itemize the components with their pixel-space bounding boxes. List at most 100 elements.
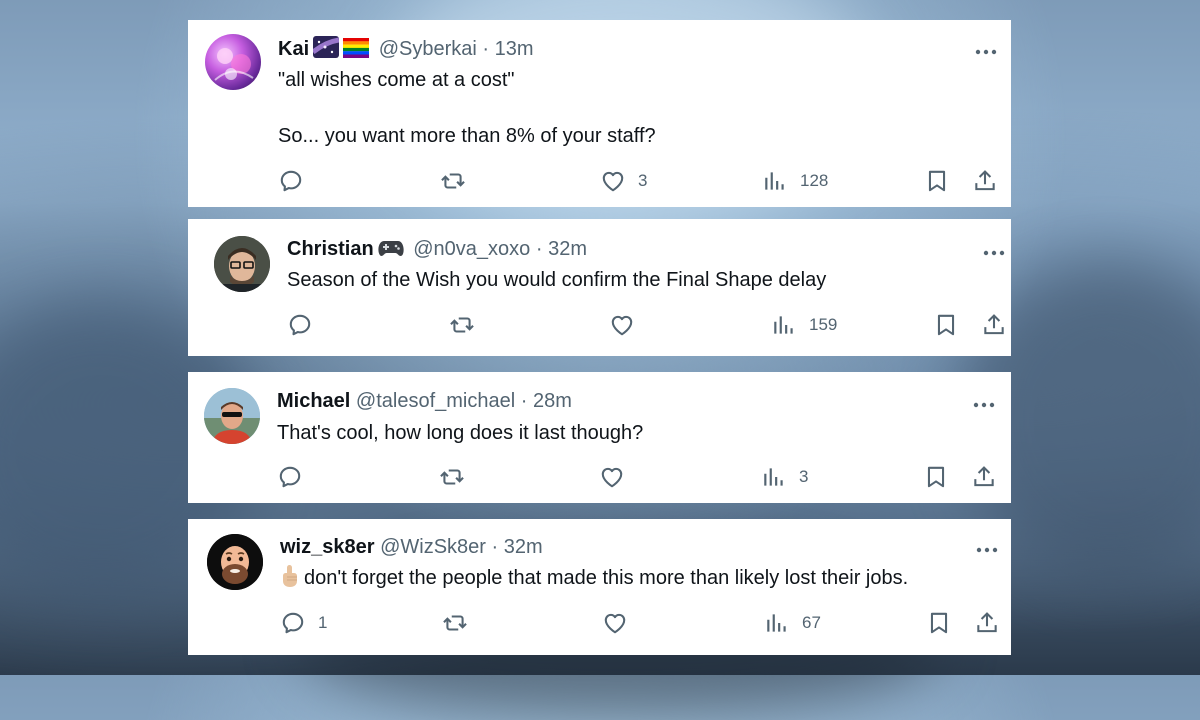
- like-button[interactable]: [609, 312, 647, 338]
- bookmark-icon: [930, 612, 948, 634]
- author-name[interactable]: Christian: [287, 238, 374, 260]
- tweet-text: don't forget the people that made this m…: [280, 564, 908, 596]
- author-name[interactable]: wiz_sk8er: [280, 536, 375, 558]
- separator-dot: ·: [482, 38, 490, 60]
- avatar[interactable]: [207, 534, 263, 590]
- views-button[interactable]: 128: [762, 168, 828, 194]
- reply-button[interactable]: [277, 464, 315, 490]
- retweet-button[interactable]: [439, 464, 465, 490]
- rainbow-flag-emoji: [343, 38, 370, 64]
- views-button[interactable]: 67: [764, 610, 821, 636]
- tweet-text-line: "all wishes come at a cost": [278, 69, 515, 91]
- views-chart-icon: [774, 316, 793, 334]
- retweet-icon: [441, 173, 465, 189]
- tweet-text-line: Season of the Wish you would confirm the…: [287, 269, 827, 291]
- separator-dot: ·: [535, 238, 543, 260]
- like-count: 3: [638, 171, 648, 190]
- tweet-header: Kai @Syberkai · 13m: [278, 36, 534, 64]
- more-options-icon[interactable]: [975, 542, 999, 553]
- reply-button[interactable]: 1: [280, 610, 327, 636]
- milky-way-emoji: [311, 36, 340, 64]
- share-icon: [984, 314, 1004, 335]
- pointing-up-emoji: [280, 564, 300, 596]
- reply-count: 1: [318, 613, 328, 632]
- views-button[interactable]: 3: [761, 464, 808, 490]
- tweet-header: Christian @n0va_xoxo · 32m: [287, 237, 587, 264]
- reply-icon: [282, 612, 304, 634]
- author-name[interactable]: Michael: [277, 390, 350, 412]
- separator-dot: ·: [491, 536, 499, 558]
- bookmark-button[interactable]: [933, 312, 959, 338]
- bookmark-button[interactable]: [926, 610, 952, 636]
- share-button[interactable]: [981, 312, 1007, 338]
- tweet-card[interactable]: Christian @n0va_xoxo · 32m Season of the…: [188, 219, 1011, 356]
- timestamp[interactable]: 32m: [504, 536, 543, 558]
- heart-icon: [611, 315, 633, 336]
- bookmark-icon: [937, 314, 955, 336]
- views-chart-icon: [765, 172, 784, 190]
- tweet-text-line: That's cool, how long does it last thoug…: [277, 422, 644, 444]
- tweet-text-line: [278, 94, 656, 122]
- author-handle[interactable]: @Syberkai: [379, 38, 477, 60]
- author-name[interactable]: Kai: [278, 38, 309, 60]
- retweet-icon: [440, 469, 464, 485]
- tweet-text: Season of the Wish you would confirm the…: [287, 266, 826, 294]
- retweet-icon: [450, 317, 474, 333]
- timestamp[interactable]: 32m: [548, 238, 587, 260]
- bookmark-icon: [927, 466, 945, 488]
- views-chart-icon: [767, 614, 786, 632]
- bookmark-button[interactable]: [924, 168, 950, 194]
- reply-button[interactable]: [287, 312, 325, 338]
- retweet-button[interactable]: [449, 312, 475, 338]
- bookmark-button[interactable]: [923, 464, 949, 490]
- share-icon: [977, 612, 997, 633]
- like-button[interactable]: 3: [600, 168, 647, 194]
- tweet-text: That's cool, how long does it last thoug…: [277, 419, 643, 447]
- more-options-icon[interactable]: [982, 245, 1006, 256]
- tweet-text-line: don't forget the people that made this m…: [304, 567, 909, 589]
- more-options-icon[interactable]: [972, 397, 996, 408]
- tweet-card[interactable]: Kai @Syberkai · 13m "all wishes come at …: [188, 20, 1011, 207]
- share-icon: [975, 170, 995, 191]
- tweet-text-line: So... you want more than 8% of your staf…: [278, 125, 656, 147]
- author-handle[interactable]: @n0va_xoxo: [413, 238, 530, 260]
- share-button[interactable]: [972, 168, 998, 194]
- bookmark-icon: [928, 170, 946, 192]
- view-count: 3: [799, 467, 809, 486]
- timestamp[interactable]: 13m: [495, 38, 534, 60]
- more-options-icon[interactable]: [974, 44, 998, 55]
- retweet-icon: [443, 615, 467, 631]
- retweet-button[interactable]: [442, 610, 468, 636]
- separator-dot: ·: [520, 390, 528, 412]
- retweet-button[interactable]: [440, 168, 466, 194]
- share-button[interactable]: [974, 610, 1000, 636]
- game-controller-emoji: [378, 238, 404, 264]
- view-count: 67: [802, 613, 821, 632]
- heart-icon: [602, 171, 624, 192]
- views-button[interactable]: 159: [771, 312, 837, 338]
- avatar[interactable]: [214, 236, 270, 292]
- avatar[interactable]: [205, 34, 261, 90]
- like-button[interactable]: [599, 464, 637, 490]
- view-count: 128: [800, 171, 829, 190]
- share-button[interactable]: [971, 464, 997, 490]
- avatar[interactable]: [204, 388, 260, 444]
- heart-icon: [604, 613, 626, 634]
- author-handle[interactable]: @talesof_michael: [356, 390, 515, 412]
- share-icon: [974, 466, 994, 487]
- reply-icon: [289, 314, 311, 336]
- reply-icon: [279, 466, 301, 488]
- reply-button[interactable]: [278, 168, 316, 194]
- tweet-card[interactable]: wiz_sk8er @WizSk8er · 32m don't forget t…: [188, 519, 1011, 655]
- heart-icon: [601, 467, 623, 488]
- like-button[interactable]: [602, 610, 640, 636]
- tweet-header: Michael @talesof_michael · 28m: [277, 389, 572, 413]
- views-chart-icon: [764, 468, 783, 486]
- tweet-text: "all wishes come at a cost" So... you wa…: [278, 66, 656, 150]
- author-handle[interactable]: @WizSk8er: [380, 536, 486, 558]
- view-count: 159: [809, 315, 838, 334]
- reply-icon: [280, 170, 302, 192]
- tweet-header: wiz_sk8er @WizSk8er · 32m: [280, 535, 543, 559]
- timestamp[interactable]: 28m: [533, 390, 572, 412]
- tweet-card[interactable]: Michael @talesof_michael · 28m That's co…: [188, 372, 1011, 503]
